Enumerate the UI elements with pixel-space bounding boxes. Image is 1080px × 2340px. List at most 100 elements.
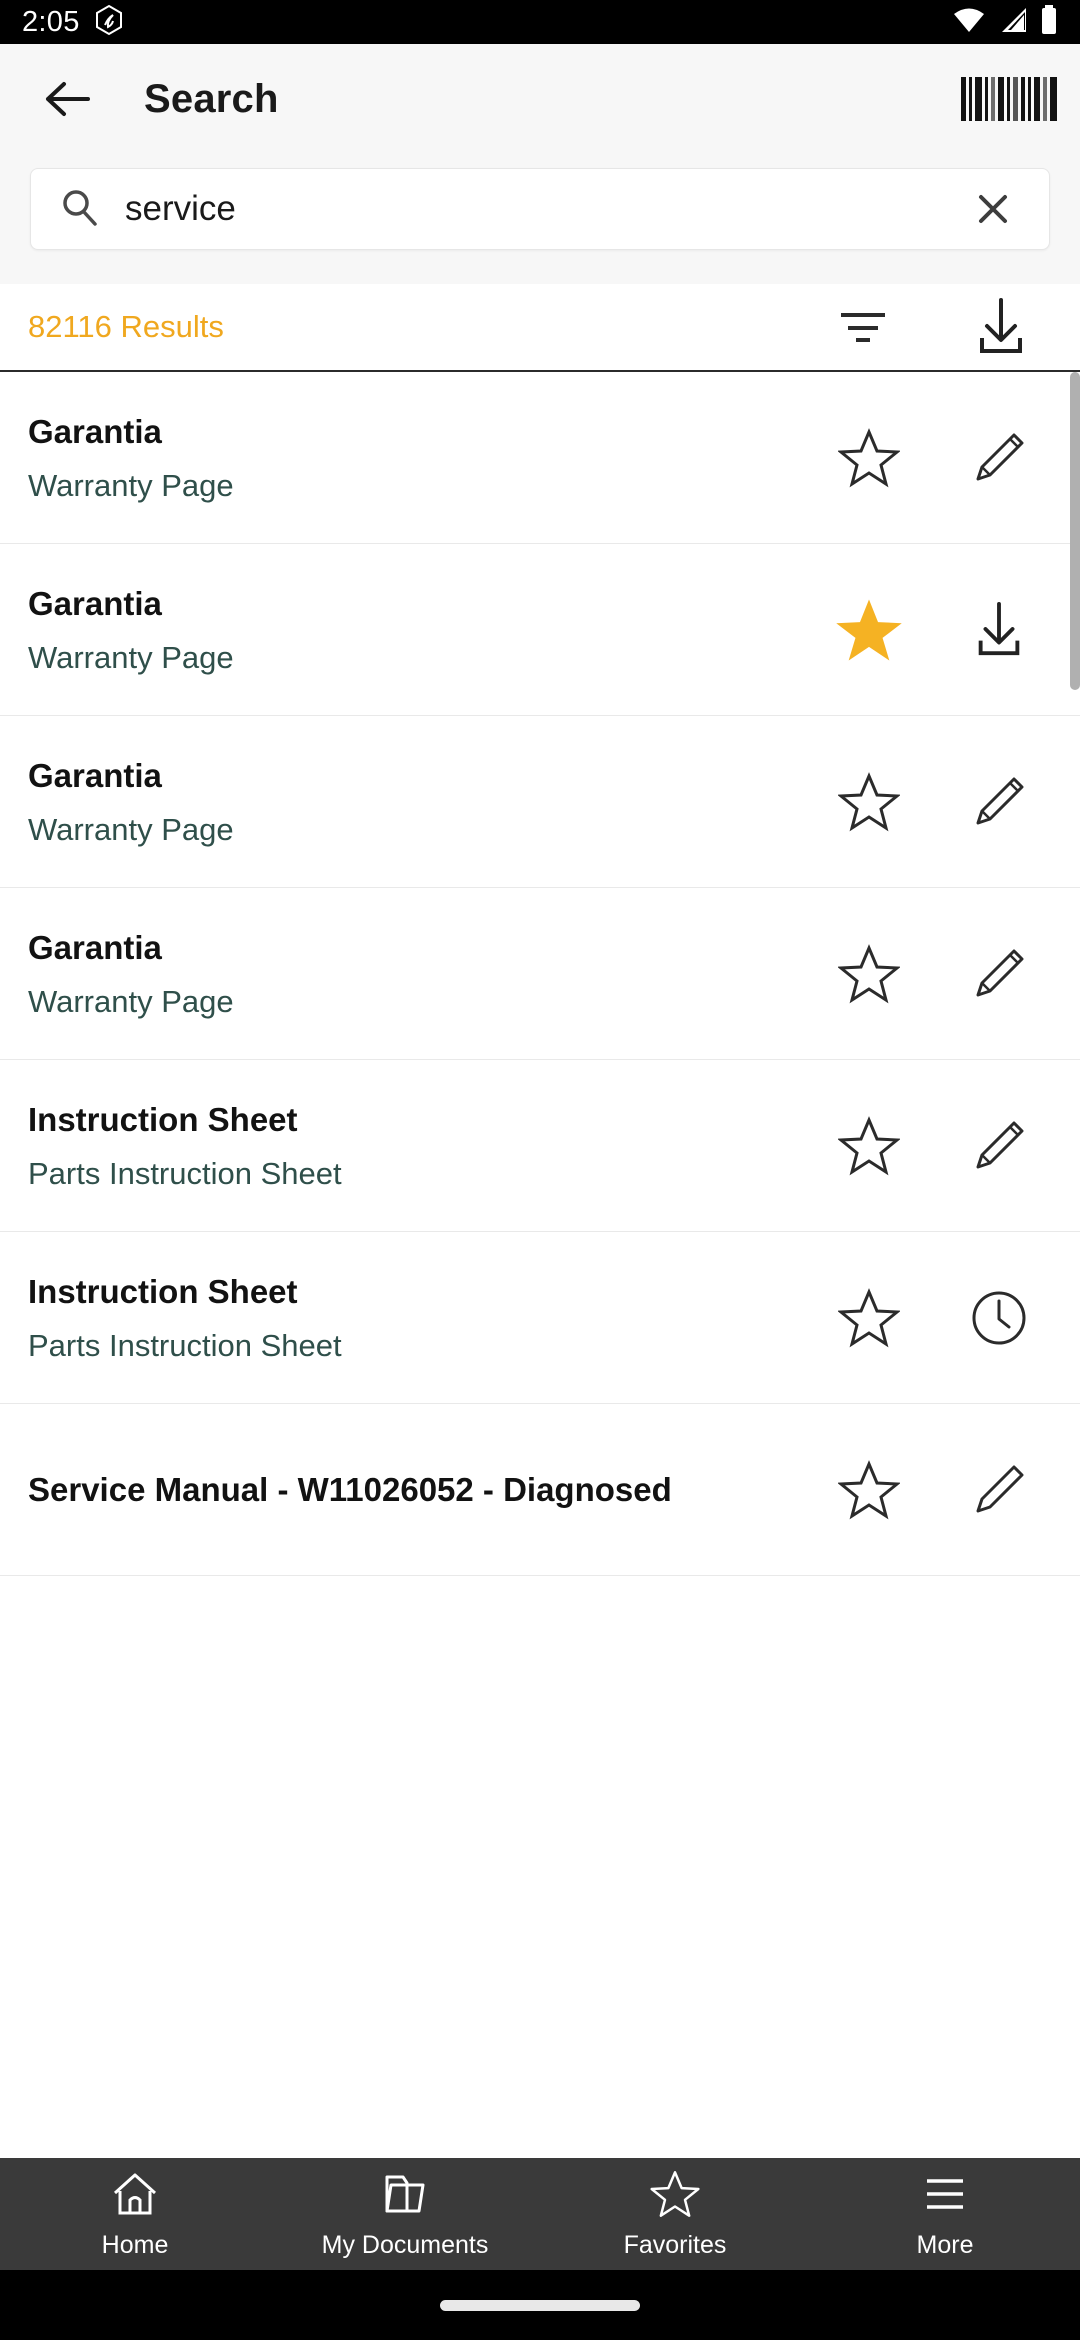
nav-label-my-documents: My Documents [321,2230,489,2259]
table-row[interactable]: Instruction Sheet Parts Instruction Shee… [0,1232,1080,1404]
star-outline-icon [838,1115,900,1175]
edit-button[interactable] [964,939,1034,1009]
favorite-star-button[interactable] [834,767,904,837]
app-screen: 2:05 Search service 82116 Results Garant… [0,0,1080,2340]
result-text: Instruction Sheet Parts Instruction Shee… [28,1271,834,1363]
favorite-star-button[interactable] [834,595,904,665]
search-icon [59,187,99,232]
download-icon [978,601,1020,655]
folder-icon [385,2175,425,2212]
result-text: Instruction Sheet Parts Instruction Shee… [28,1099,834,1191]
edit-pencil-icon [976,433,1024,480]
gesture-pill[interactable] [440,2299,640,2311]
star-filled-icon [836,599,902,660]
result-actions [834,595,1052,665]
favorite-star-button[interactable] [834,939,904,1009]
table-row[interactable]: Instruction Sheet Parts Instruction Shee… [0,1060,1080,1232]
home-icon [113,2173,157,2214]
status-bar-right [952,4,1058,40]
star-outline-icon [838,771,900,831]
search-input[interactable] [125,189,965,229]
results-count-label: 82116 Results [28,309,224,344]
edit-button[interactable] [964,1111,1034,1181]
edit-button[interactable] [964,423,1034,493]
result-subtitle: Warranty Page [28,811,234,847]
nav-item-my-documents[interactable]: My Documents [270,2158,540,2270]
result-subtitle: Parts Instruction Sheet [28,1327,342,1363]
favorite-star-button[interactable] [834,1283,904,1353]
filter-button[interactable] [830,294,896,360]
nav-item-favorites[interactable]: Favorites [540,2158,810,2270]
hamburger-menu-icon [927,2178,963,2209]
result-subtitle: Parts Instruction Sheet [28,1155,342,1191]
star-outline-icon [838,1287,900,1347]
back-arrow-icon [46,82,90,116]
result-text: Garantia Warranty Page [28,927,834,1019]
result-actions [834,1455,1052,1525]
result-subtitle: Warranty Page [28,639,234,675]
result-title: Garantia [28,757,162,795]
nav-item-more[interactable]: More [810,2158,1080,2270]
results-toolbar: 82116 Results [0,284,1080,372]
favorite-star-button[interactable] [834,423,904,493]
clock-icon [972,1291,1026,1344]
search-box[interactable] [30,168,1050,250]
nav-label-more: More [916,2230,974,2259]
status-bar-left: 2:05 [22,4,124,41]
result-title: Service Manual - W11026052 - Diagnosed [28,1470,672,1508]
results-toolbar-actions [830,294,1052,360]
table-row[interactable]: Garantia Warranty Page [0,888,1080,1060]
result-title: Garantia [28,413,162,451]
vertical-scrollbar[interactable] [1070,372,1080,690]
edit-pencil-icon [976,1465,1024,1512]
table-row[interactable]: Service Manual - W11026052 - Diagnosed [0,1404,1080,1576]
close-icon [979,195,1007,223]
download-all-button[interactable] [968,294,1034,360]
star-outline-icon [838,943,900,1003]
app-header: Search [0,44,1080,154]
result-text: Service Manual - W11026052 - Diagnosed [28,1469,834,1510]
table-row[interactable]: Garantia Warranty Page [0,372,1080,544]
edit-button[interactable] [964,1455,1034,1525]
star-outline-icon [838,427,900,487]
result-text: Garantia Warranty Page [28,411,834,503]
result-text: Garantia Warranty Page [28,755,834,847]
result-actions [834,1283,1052,1353]
status-bar-clock: 2:05 [22,5,80,38]
result-actions [834,767,1052,837]
download-button[interactable] [964,595,1034,665]
table-row[interactable]: Garantia Warranty Page [0,544,1080,716]
nav-item-home[interactable]: Home [0,2158,270,2270]
system-gesture-bar [0,2270,1080,2340]
status-bar: 2:05 [0,0,1080,44]
favorite-star-button[interactable] [834,1111,904,1181]
result-subtitle: Warranty Page [28,983,234,1019]
clear-search-button[interactable] [965,181,1021,237]
result-title: Garantia [28,585,162,623]
result-title: Instruction Sheet [28,1273,298,1311]
result-text: Garantia Warranty Page [28,583,834,675]
nav-label-home: Home [101,2230,169,2259]
edit-button[interactable] [964,767,1034,837]
wifi-icon [952,6,986,39]
page-title: Search [144,76,279,121]
favorite-star-button[interactable] [834,1455,904,1525]
barcode-scanner-icon [960,77,1060,121]
edit-pencil-icon [976,777,1024,824]
star-outline-icon [650,2170,700,2217]
back-button[interactable] [30,62,104,136]
barcode-scan-button[interactable] [960,62,1057,136]
result-actions [834,939,1052,1009]
cellular-signal-icon [998,6,1028,39]
table-row[interactable]: Garantia Warranty Page [0,716,1080,888]
battery-icon [1040,4,1058,40]
bottom-navigation: Home My Documents Favorites More [0,2158,1080,2270]
download-icon [980,298,1022,353]
result-title: Instruction Sheet [28,1101,298,1139]
search-section [0,154,1080,284]
result-actions [834,423,1052,493]
pending-status-button[interactable] [964,1283,1034,1353]
result-actions [834,1111,1052,1181]
search-results-list[interactable]: Garantia Warranty Page Garantia Warranty… [0,372,1080,2158]
hexagon-app-icon [94,4,124,41]
